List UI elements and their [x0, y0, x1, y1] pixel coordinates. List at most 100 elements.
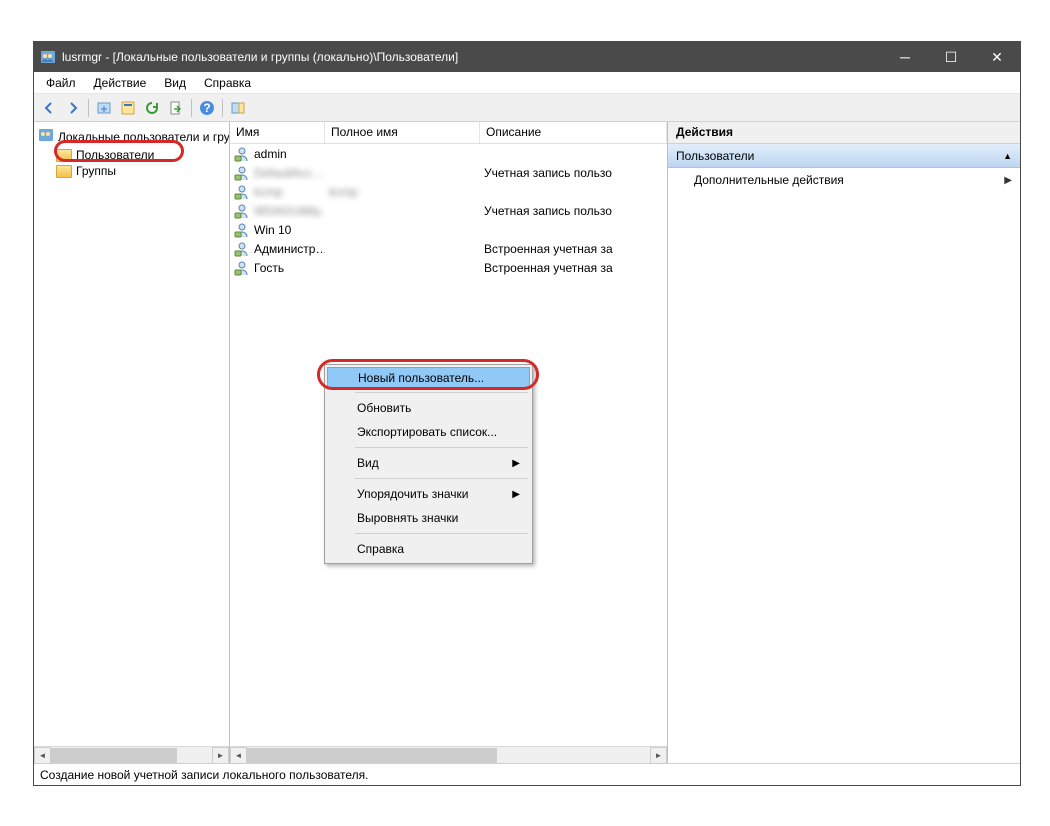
ctx-export[interactable]: Экспортировать список... [327, 420, 530, 444]
user-name: kcmp [254, 185, 283, 199]
user-icon [234, 222, 250, 238]
folder-icon [56, 149, 72, 162]
toolbar-separator [88, 99, 89, 117]
actions-section[interactable]: Пользователи ▲ [668, 144, 1020, 168]
ctx-refresh-label: Обновить [357, 401, 411, 415]
user-row[interactable]: WDAGUtility…Учетная запись пользо [230, 201, 667, 220]
properties-button[interactable] [117, 97, 139, 119]
export-button[interactable] [165, 97, 187, 119]
maximize-button[interactable]: ☐ [928, 42, 974, 72]
close-button[interactable]: ✕ [974, 42, 1020, 72]
tree-hscroll[interactable]: ◄ ► [34, 746, 229, 763]
ctx-separator [355, 478, 528, 479]
ctx-align[interactable]: Выровнять значки [327, 506, 530, 530]
titlebar: lusrmgr - [Локальные пользователи и груп… [34, 42, 1020, 72]
submenu-arrow-icon: ▶ [512, 458, 520, 469]
ctx-separator [355, 392, 528, 393]
ctx-arrange[interactable]: Упорядочить значки ▶ [327, 482, 530, 506]
user-name: Win 10 [254, 223, 291, 237]
menubar: Файл Действие Вид Справка [34, 72, 1020, 94]
ctx-arrange-label: Упорядочить значки [357, 487, 469, 501]
user-name: Гость [254, 261, 284, 275]
user-row[interactable]: admin [230, 144, 667, 163]
user-icon [234, 203, 250, 219]
main-window: lusrmgr - [Локальные пользователи и груп… [33, 41, 1021, 786]
menu-view[interactable]: Вид [156, 74, 194, 92]
tree-item-users[interactable]: Пользователи [34, 147, 229, 163]
user-name: DefaultAcc… [254, 166, 324, 180]
user-row[interactable]: DefaultAcc… Учетная запись пользо [230, 163, 667, 182]
tree-root-icon [38, 127, 54, 146]
user-icon [234, 146, 250, 162]
submenu-arrow-icon: ▶ [1004, 175, 1012, 186]
scroll-right-button[interactable]: ► [212, 747, 229, 763]
col-fullname[interactable]: Полное имя [325, 122, 480, 143]
tree-item-groups[interactable]: Группы [34, 163, 229, 179]
back-button[interactable] [38, 97, 60, 119]
actions-pane-button[interactable] [227, 97, 249, 119]
window-title: lusrmgr - [Локальные пользователи и груп… [62, 50, 882, 64]
list-hscroll[interactable]: ◄ ► [230, 746, 667, 763]
scroll-left-button[interactable]: ◄ [230, 747, 247, 764]
tree-pane: Локальные пользователи и группы Пользова… [34, 122, 230, 763]
menu-file[interactable]: Файл [38, 74, 84, 92]
actions-pane: Действия Пользователи ▲ Дополнительные д… [668, 122, 1020, 763]
svg-text:?: ? [203, 101, 210, 115]
user-row[interactable]: Win 10 [230, 220, 667, 239]
ctx-new-user-label: Новый пользователь... [358, 371, 484, 385]
user-icon [234, 165, 250, 181]
toolbar-separator [222, 99, 223, 117]
toolbar: ? [34, 94, 1020, 122]
ctx-new-user[interactable]: Новый пользователь... [327, 367, 530, 389]
user-name: Администр… [254, 242, 325, 256]
ctx-view[interactable]: Вид ▶ [327, 451, 530, 475]
scroll-track[interactable] [51, 747, 212, 763]
ctx-separator [355, 533, 528, 534]
user-row[interactable]: Гость Встроенная учетная за [230, 258, 667, 277]
forward-button[interactable] [62, 97, 84, 119]
context-menu: Новый пользователь... Обновить Экспортир… [324, 364, 533, 564]
user-name: admin [254, 147, 287, 161]
statusbar: Создание новой учетной записи локального… [34, 763, 1020, 785]
column-headers: Имя Полное имя Описание [230, 122, 667, 144]
ctx-refresh[interactable]: Обновить [327, 396, 530, 420]
user-description: Встроенная учетная за [480, 261, 667, 275]
up-button[interactable] [93, 97, 115, 119]
toolbar-separator [191, 99, 192, 117]
actions-section-label: Пользователи [676, 149, 754, 163]
menu-help[interactable]: Справка [196, 74, 259, 92]
user-description: Встроенная учетная за [480, 242, 667, 256]
user-row[interactable]: kcmpkcmp [230, 182, 667, 201]
scroll-left-button[interactable]: ◄ [34, 747, 51, 763]
user-row[interactable]: Администр… Встроенная учетная за [230, 239, 667, 258]
minimize-button[interactable]: ─ [882, 42, 928, 72]
scroll-right-button[interactable]: ► [650, 747, 667, 764]
col-description[interactable]: Описание [480, 122, 667, 143]
menu-action[interactable]: Действие [86, 74, 155, 92]
actions-header: Действия [668, 122, 1020, 144]
window-controls: ─ ☐ ✕ [882, 42, 1020, 72]
collapse-icon: ▲ [1003, 151, 1012, 161]
ctx-export-label: Экспортировать список... [357, 425, 497, 439]
actions-more[interactable]: Дополнительные действия ▶ [668, 168, 1020, 192]
actions-more-label: Дополнительные действия [694, 173, 844, 187]
status-text: Создание новой учетной записи локального… [40, 768, 368, 782]
ctx-view-label: Вид [357, 456, 379, 470]
scroll-track[interactable] [247, 747, 650, 763]
tree-root[interactable]: Локальные пользователи и группы [34, 126, 229, 147]
user-description: Учетная запись пользо [480, 166, 667, 180]
ctx-align-label: Выровнять значки [357, 511, 458, 525]
app-icon [40, 49, 56, 65]
help-button[interactable]: ? [196, 97, 218, 119]
ctx-help-label: Справка [357, 542, 404, 556]
submenu-arrow-icon: ▶ [512, 489, 520, 500]
refresh-button[interactable] [141, 97, 163, 119]
user-icon [234, 184, 250, 200]
list-pane: Имя Полное имя Описание admin DefaultAcc…… [230, 122, 668, 763]
user-icon [234, 241, 250, 257]
col-name[interactable]: Имя [230, 122, 325, 143]
tree-root-label: Локальные пользователи и группы [58, 130, 230, 144]
ctx-help[interactable]: Справка [327, 537, 530, 561]
user-name: WDAGUtility… [254, 204, 325, 218]
user-icon [234, 260, 250, 276]
